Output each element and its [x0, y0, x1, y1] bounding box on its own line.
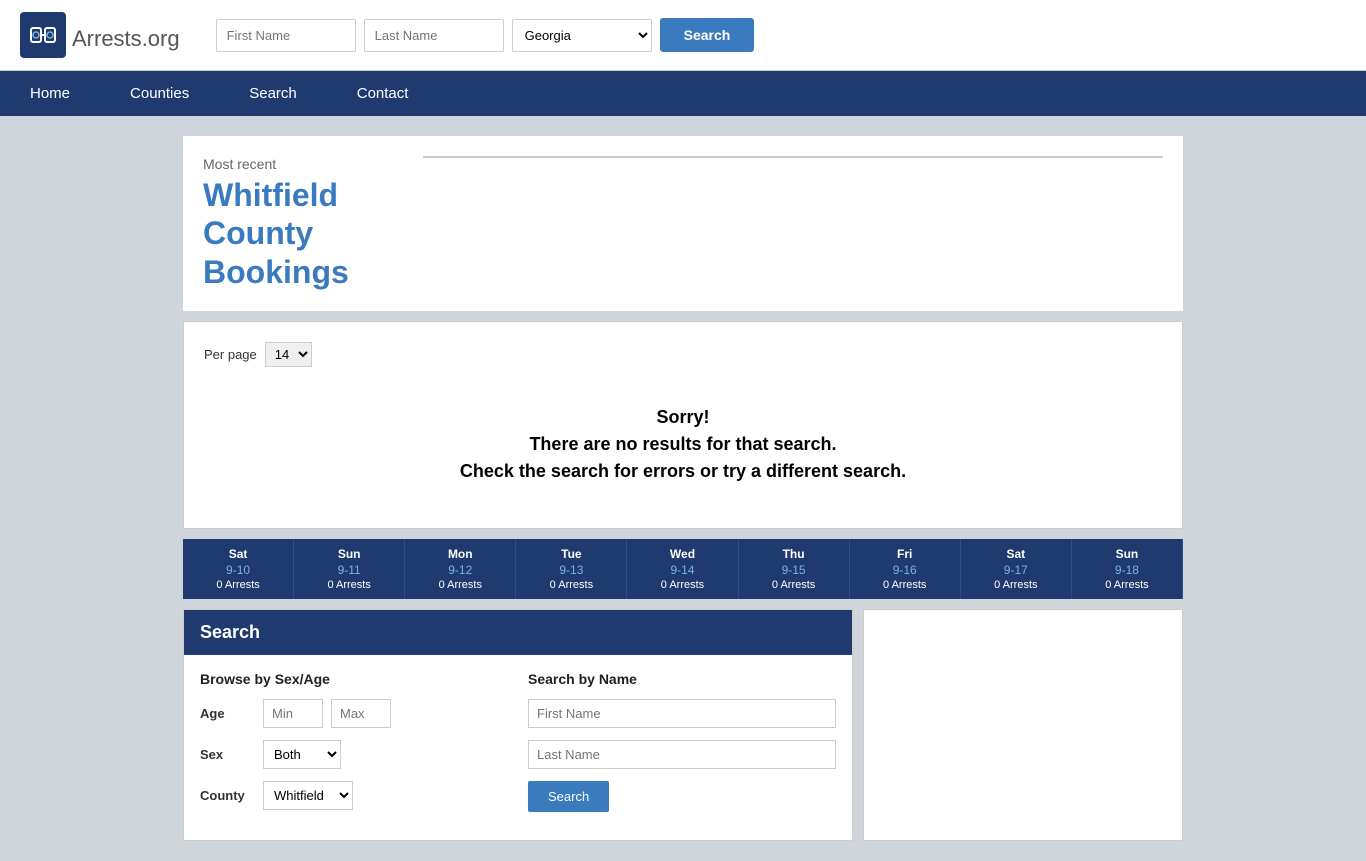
logo-text: Arrests.org — [72, 17, 180, 54]
cal-date-8[interactable]: 9-18 — [1076, 563, 1178, 577]
age-row: Age — [200, 699, 508, 728]
county-row: County Whitfield — [200, 781, 508, 810]
bottom-section: Search Browse by Sex/Age Age Sex Both — [183, 609, 1183, 841]
cal-day-0: Sat 9-10 0 Arrests — [183, 539, 294, 599]
county-title: Whitfield County Bookings — [203, 176, 403, 291]
nav-home[interactable]: Home — [0, 71, 100, 116]
cal-day-7: Sat 9-17 0 Arrests — [961, 539, 1072, 599]
cal-date-2[interactable]: 9-12 — [409, 563, 511, 577]
cal-date-6[interactable]: 9-16 — [854, 563, 956, 577]
header: Arrests.org Georgia Alabama Florida Tenn… — [0, 0, 1366, 71]
main-content: Most recent Whitfield County Bookings Pe… — [173, 116, 1193, 861]
name-section: Search by Name Search — [528, 671, 836, 824]
cal-date-1[interactable]: 9-11 — [298, 563, 400, 577]
cal-day-1: Sun 9-11 0 Arrests — [294, 539, 405, 599]
right-panel — [863, 609, 1183, 841]
name-section-title: Search by Name — [528, 671, 836, 687]
browse-section: Browse by Sex/Age Age Sex Both Male Fema… — [200, 671, 508, 824]
search-panel-body: Browse by Sex/Age Age Sex Both Male Fema… — [184, 655, 852, 840]
browse-section-title: Browse by Sex/Age — [200, 671, 508, 687]
cal-date-3[interactable]: 9-13 — [520, 563, 622, 577]
county-label: County — [200, 788, 255, 803]
cal-day-3: Tue 9-13 0 Arrests — [516, 539, 627, 599]
nav-counties[interactable]: Counties — [100, 71, 219, 116]
cal-day-6: Fri 9-16 0 Arrests — [850, 539, 961, 599]
most-recent-label: Most recent — [203, 156, 403, 172]
age-max-input[interactable] — [331, 699, 391, 728]
search-last-name-input[interactable] — [528, 740, 836, 769]
cal-date-7[interactable]: 9-17 — [965, 563, 1067, 577]
logo[interactable]: Arrests.org — [20, 12, 180, 58]
content-area — [423, 156, 1163, 291]
nav-contact[interactable]: Contact — [327, 71, 439, 116]
cal-date-4[interactable]: 9-14 — [631, 563, 733, 577]
nav-search[interactable]: Search — [219, 71, 327, 116]
age-label: Age — [200, 706, 255, 721]
logo-suffix: .org — [142, 26, 180, 51]
per-page-select[interactable]: 10 14 25 50 — [265, 342, 312, 367]
sex-select[interactable]: Both Male Female — [263, 740, 341, 769]
header-last-name-input[interactable] — [364, 19, 504, 52]
header-search-button[interactable]: Search — [660, 18, 755, 52]
no-results-message: Sorry! There are no results for that sea… — [204, 387, 1162, 508]
header-state-select[interactable]: Georgia Alabama Florida Tennessee — [512, 19, 652, 52]
cal-day-2: Mon 9-12 0 Arrests — [405, 539, 516, 599]
cal-date-5[interactable]: 9-15 — [743, 563, 845, 577]
sex-label: Sex — [200, 747, 255, 762]
calendar-strip: Sat 9-10 0 Arrests Sun 9-11 0 Arrests Mo… — [183, 539, 1183, 599]
cal-date-0[interactable]: 9-10 — [187, 563, 289, 577]
first-name-row — [528, 699, 836, 728]
panel-search-button[interactable]: Search — [528, 781, 609, 812]
cal-day-5: Thu 9-15 0 Arrests — [739, 539, 850, 599]
county-select[interactable]: Whitfield — [263, 781, 353, 810]
age-min-input[interactable] — [263, 699, 323, 728]
results-box: Per page 10 14 25 50 Sorry! There are no… — [183, 321, 1183, 529]
search-panel: Search Browse by Sex/Age Age Sex Both — [183, 609, 853, 841]
header-search-form: Georgia Alabama Florida Tennessee Search — [216, 18, 755, 52]
cal-day-4: Wed 9-14 0 Arrests — [627, 539, 738, 599]
search-submit-row: Search — [528, 781, 836, 812]
navbar: Home Counties Search Contact — [0, 71, 1366, 116]
last-name-row — [528, 740, 836, 769]
search-panel-header: Search — [184, 610, 852, 655]
sex-row: Sex Both Male Female — [200, 740, 508, 769]
search-first-name-input[interactable] — [528, 699, 836, 728]
logo-icon — [20, 12, 66, 58]
per-page-row: Per page 10 14 25 50 — [204, 342, 1162, 367]
county-heading-block: Most recent Whitfield County Bookings — [203, 156, 403, 291]
header-first-name-input[interactable] — [216, 19, 356, 52]
per-page-label: Per page — [204, 347, 257, 362]
cal-day-8: Sun 9-18 0 Arrests — [1072, 539, 1183, 599]
